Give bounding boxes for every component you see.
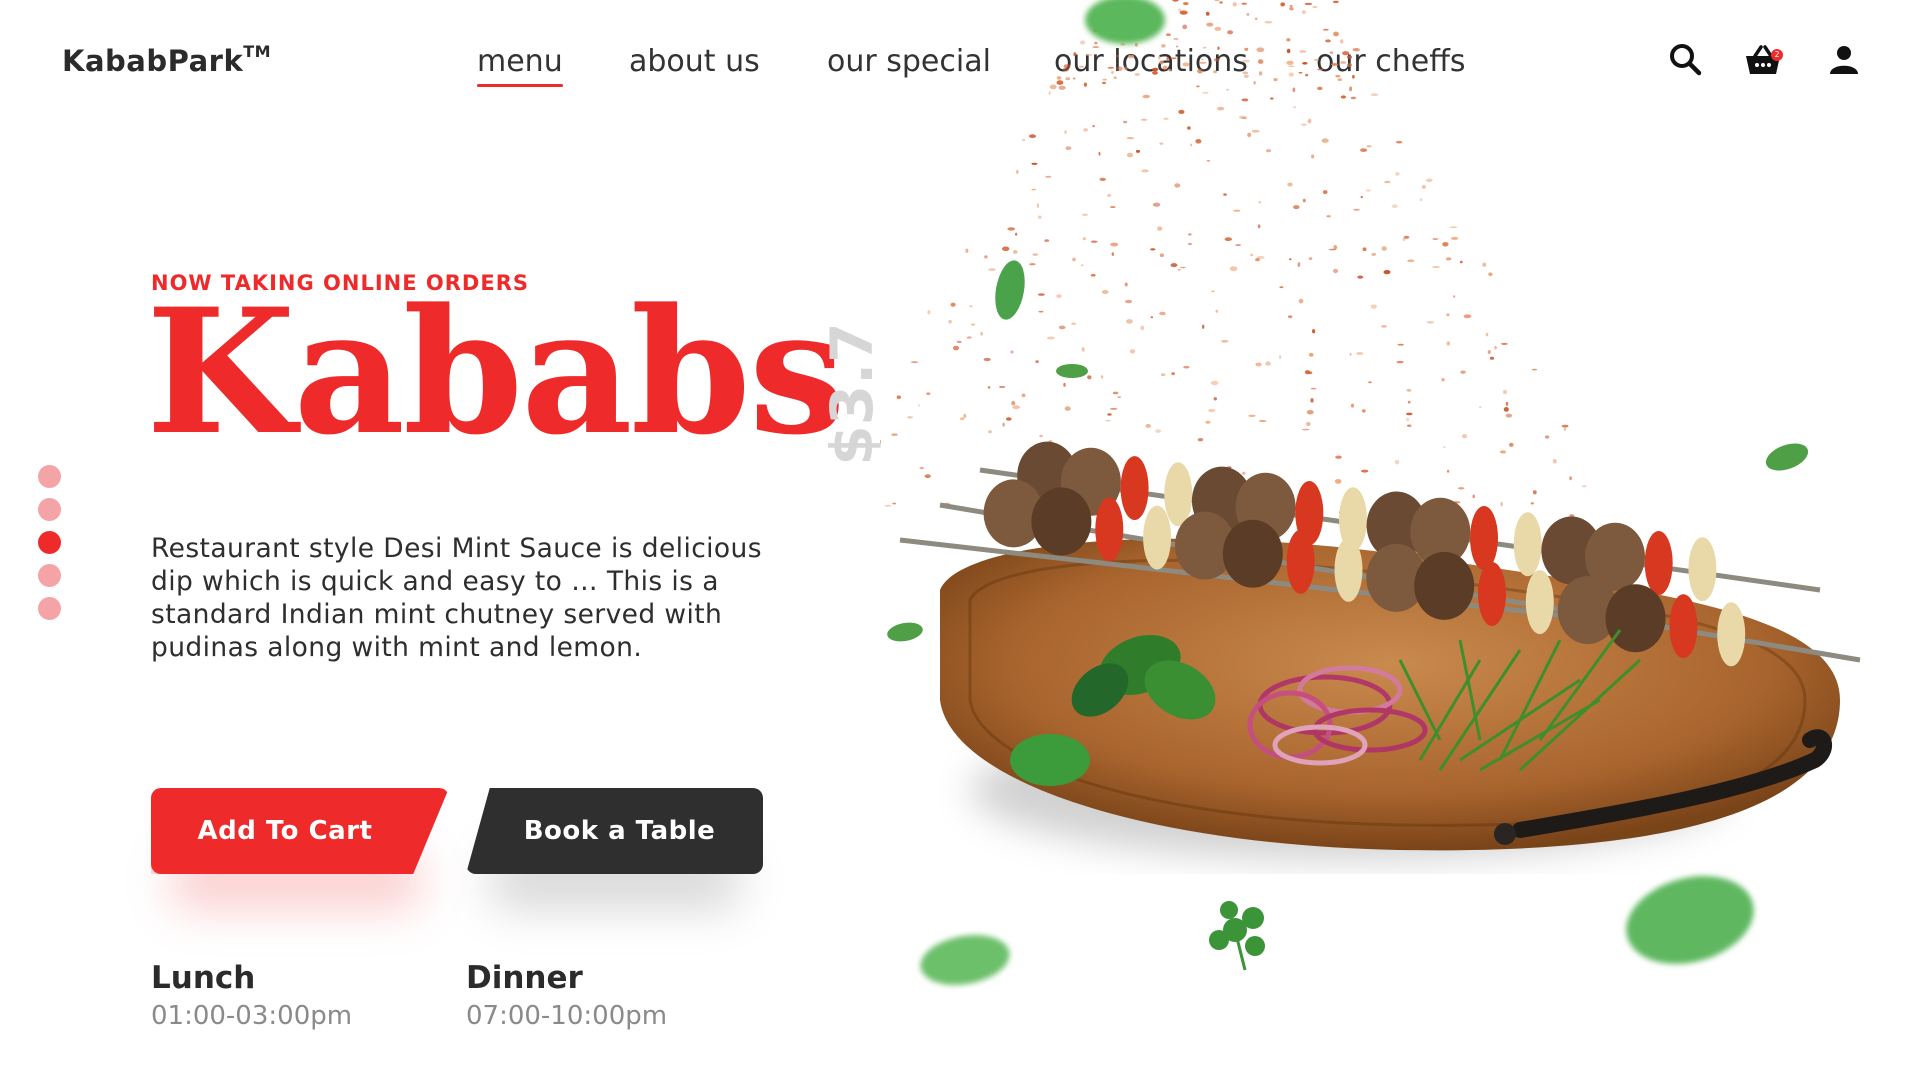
book-table-button[interactable]: Book a Table [466, 788, 763, 874]
kabab-platter-illustration [823, 0, 1920, 1080]
dinner-hours: 07:00-10:00pm [466, 1001, 668, 1031]
slide-dot-3-active[interactable] [38, 531, 61, 554]
nav-item-menu[interactable]: menu [477, 44, 563, 87]
lunch-hours: 01:00-03:00pm [151, 1001, 353, 1031]
spice-particles [823, 0, 1587, 521]
hero-title: Kababs [146, 270, 846, 473]
lunch-label: Lunch [151, 960, 256, 996]
slide-dot-1[interactable] [38, 465, 61, 488]
price-tag: $3.7 [818, 322, 886, 466]
slide-dot-2[interactable] [38, 498, 61, 521]
brand-logo[interactable]: KababParkTM [62, 42, 272, 78]
dinner-label: Dinner [466, 960, 583, 996]
nav-item-about-us[interactable]: about us [629, 44, 760, 79]
hero-description: Restaurant style Desi Mint Sauce is deli… [151, 533, 762, 663]
trademark-mark: TM [243, 42, 272, 61]
slide-dot-5[interactable] [38, 597, 61, 620]
add-to-cart-button[interactable]: Add To Cart [151, 788, 449, 874]
brand-name: KababPark [62, 44, 244, 78]
platter-artwork [823, 0, 1861, 985]
slide-dot-4[interactable] [38, 564, 61, 587]
